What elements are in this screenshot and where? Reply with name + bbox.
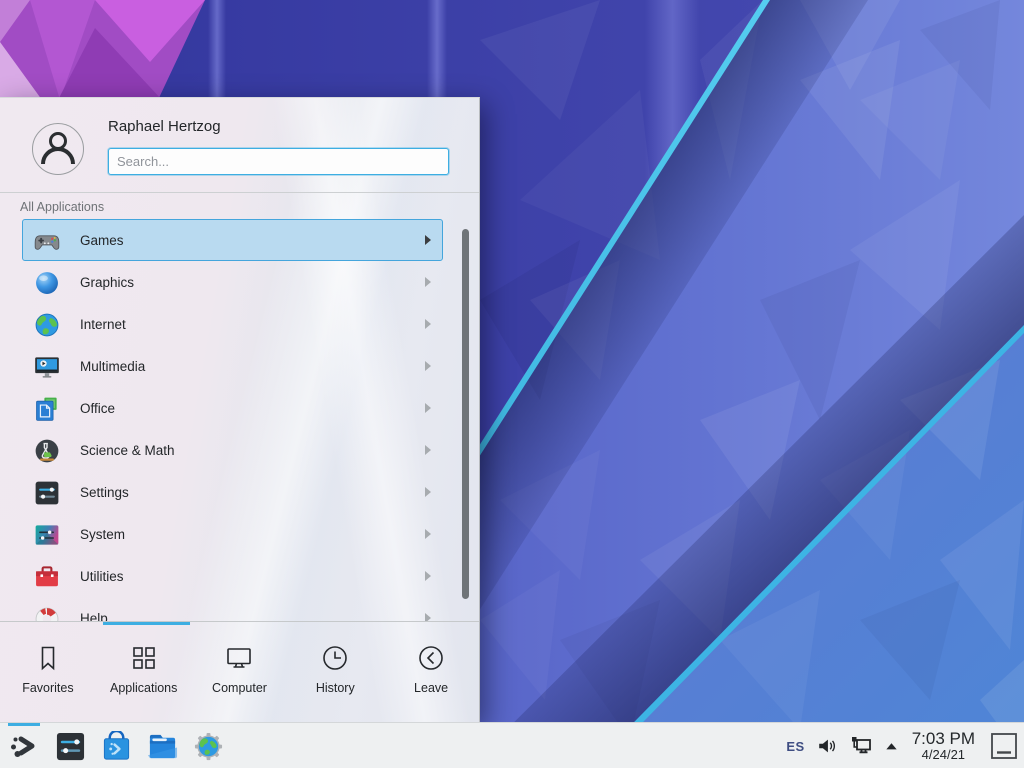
browser-globe-button[interactable]: [192, 730, 224, 762]
chevron-right-icon: [425, 235, 431, 245]
utilities-icon: [33, 563, 61, 591]
keyboard-layout-indicator[interactable]: ES: [786, 739, 804, 754]
discover-button[interactable]: [100, 730, 132, 762]
section-label: All Applications: [20, 200, 104, 214]
system-icon: [33, 521, 61, 549]
help-icon: [33, 605, 61, 621]
category-label: Graphics: [80, 275, 134, 290]
tab-label: Leave: [414, 681, 448, 695]
category-label: Settings: [80, 485, 129, 500]
graphics-icon: [33, 269, 61, 297]
application-launcher-menu: Raphael Hertzog All Applications Games: [0, 97, 480, 722]
taskbar-panel: ES 7:03 PM 4/24/21: [0, 722, 1024, 768]
category-label: Internet: [80, 317, 126, 332]
tab-computer[interactable]: Computer: [192, 622, 288, 722]
launcher-tab-bar: Favorites Applications: [0, 621, 479, 722]
category-label: Multimedia: [80, 359, 145, 374]
kickoff-launcher-button[interactable]: [8, 730, 40, 762]
chevron-right-icon: [425, 277, 431, 287]
tab-label: Applications: [110, 681, 177, 695]
category-label: Science & Math: [80, 443, 175, 458]
clock-time: 7:03 PM: [912, 730, 975, 749]
multimedia-icon: [33, 353, 61, 381]
network-icon[interactable]: [849, 734, 873, 758]
launcher-header: Raphael Hertzog: [0, 98, 479, 193]
chevron-right-icon: [425, 529, 431, 539]
category-row-multimedia[interactable]: Multimedia: [22, 345, 443, 387]
computer-icon: [224, 643, 254, 673]
discover-icon: [101, 731, 132, 762]
show-desktop-button[interactable]: [990, 732, 1018, 760]
category-row-science[interactable]: Science & Math: [22, 429, 443, 471]
tab-applications[interactable]: Applications: [96, 622, 192, 722]
active-tab-indicator: [103, 622, 190, 625]
chevron-right-icon: [425, 445, 431, 455]
taskbar-launchers: [8, 723, 224, 768]
chevron-right-icon: [425, 571, 431, 581]
office-icon: [33, 395, 61, 423]
tab-label: Computer: [212, 681, 267, 695]
chevron-right-icon: [425, 613, 431, 621]
tab-label: Favorites: [22, 681, 73, 695]
tab-history[interactable]: History: [287, 622, 383, 722]
browser-globe-icon: [193, 731, 224, 762]
tab-leave[interactable]: Leave: [383, 622, 479, 722]
system-tray: ES 7:03 PM 4/24/21: [786, 723, 1018, 768]
clock-date: 4/24/21: [912, 748, 975, 762]
user-name: Raphael Hertzog: [108, 118, 221, 135]
applications-icon: [129, 643, 159, 673]
games-icon: [33, 227, 61, 255]
category-list: Games Graphics: [0, 219, 479, 621]
user-avatar[interactable]: [32, 123, 84, 175]
tab-favorites[interactable]: Favorites: [0, 622, 96, 722]
file-manager-icon: [147, 731, 178, 762]
search-input[interactable]: [108, 148, 449, 175]
system-settings-button[interactable]: [54, 730, 86, 762]
desktop: Raphael Hertzog All Applications Games: [0, 0, 1024, 768]
category-label: Help: [80, 611, 108, 622]
category-row-help[interactable]: Help: [22, 597, 443, 621]
settings-icon: [33, 479, 61, 507]
tab-label: History: [316, 681, 355, 695]
category-row-system[interactable]: System: [22, 513, 443, 555]
category-label: Office: [80, 401, 115, 416]
digital-clock[interactable]: 7:03 PM 4/24/21: [910, 730, 977, 763]
category-row-utilities[interactable]: Utilities: [22, 555, 443, 597]
chevron-right-icon: [425, 319, 431, 329]
history-icon: [320, 643, 350, 673]
kickoff-launcher-icon: [8, 730, 40, 762]
favorites-icon: [33, 643, 63, 673]
category-row-office[interactable]: Office: [22, 387, 443, 429]
file-manager-button[interactable]: [146, 730, 178, 762]
category-row-settings[interactable]: Settings: [22, 471, 443, 513]
science-icon: [33, 437, 61, 465]
internet-icon: [33, 311, 61, 339]
scrollbar[interactable]: [462, 229, 469, 599]
chevron-right-icon: [425, 361, 431, 371]
category-row-graphics[interactable]: Graphics: [22, 261, 443, 303]
tray-expander-icon[interactable]: [884, 739, 899, 754]
chevron-right-icon: [425, 403, 431, 413]
category-label: Utilities: [80, 569, 124, 584]
chevron-right-icon: [425, 487, 431, 497]
category-label: Games: [80, 233, 124, 248]
category-row-internet[interactable]: Internet: [22, 303, 443, 345]
category-row-games[interactable]: Games: [22, 219, 443, 261]
volume-icon[interactable]: [816, 735, 838, 757]
leave-icon: [416, 643, 446, 673]
category-label: System: [80, 527, 125, 542]
system-settings-icon: [55, 731, 86, 762]
user-icon: [33, 124, 83, 174]
